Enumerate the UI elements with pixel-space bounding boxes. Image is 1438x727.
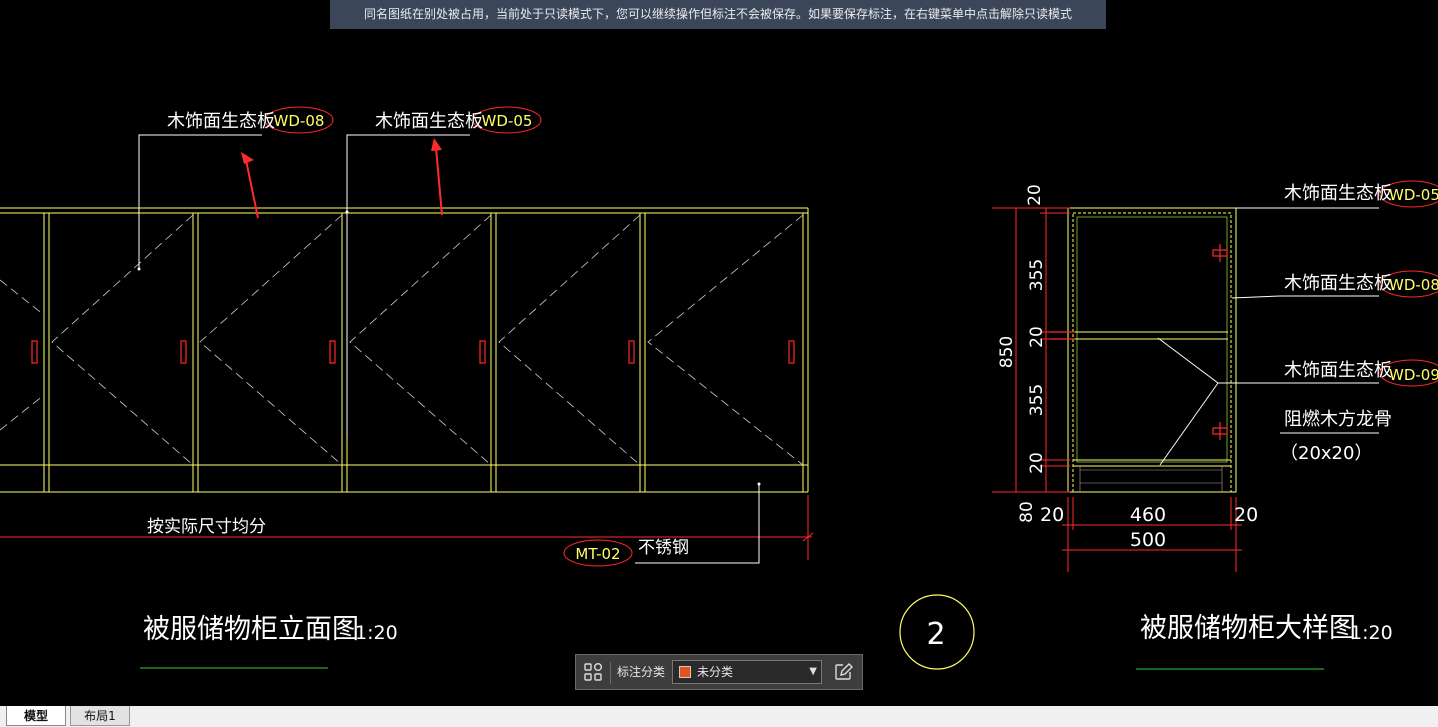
detail-dim-v-2: 355 (1027, 259, 1047, 291)
cabinet-elevation (0, 106, 814, 669)
detail-dim-v-3: 20 (1027, 326, 1047, 348)
detail-dim-total: 850 (997, 336, 1017, 368)
category-selected-value: 未分类 (697, 665, 734, 679)
annotation-toolbar: 标注分类 未分类 ▼ (575, 654, 863, 690)
toolbar-separator (610, 662, 611, 684)
annotation-grid-button[interactable] (582, 661, 604, 683)
detail-label-4: 阻燃木方龙骨 (1284, 409, 1392, 430)
cad-drawing-canvas[interactable]: 木饰面生态板 WD-08 木饰面生态板 WD-05 按实际尺寸均分 MT-02 … (0, 0, 1438, 706)
detail-dim-v-1: 20 (1025, 184, 1045, 206)
detail-dim-80: 80 (1017, 501, 1037, 523)
chevron-down-icon: ▼ (809, 666, 817, 677)
detail-dim-h-1: 20 (1040, 504, 1064, 526)
elevation-label-2: 木饰面生态板 (375, 111, 483, 132)
detail-dim-v-5: 20 (1027, 452, 1047, 474)
annotation-category-select[interactable]: 未分类 ▼ (672, 660, 822, 684)
elevation-tag-1: WD-08 (274, 112, 325, 130)
detail-tag-3: WD-09 (1389, 366, 1438, 384)
detail-dim-v-4: 355 (1027, 384, 1047, 416)
grid-icon (584, 663, 602, 681)
elevation-dim-text: 按实际尺寸均分 (147, 517, 266, 537)
readonly-notice-banner: 同名图纸在别处被占用，当前处于只读模式下，您可以继续操作但标注不会被保存。如果要… (330, 0, 1106, 29)
elevation-tag-3: MT-02 (575, 545, 620, 563)
cad-drawing: 木饰面生态板 WD-08 木饰面生态板 WD-05 按实际尺寸均分 MT-02 … (0, 106, 1438, 670)
detail-label-1: 木饰面生态板 (1284, 183, 1392, 204)
tab-layout1[interactable]: 布局1 (70, 706, 130, 726)
elevation-label-1: 木饰面生态板 (167, 111, 275, 132)
detail-tag-2: WD-08 (1389, 276, 1438, 294)
detail-title: 被服储物柜大样图 (1140, 613, 1356, 644)
elevation-scale: 1:20 (355, 622, 398, 644)
elevation-title: 被服储物柜立面图 (143, 614, 359, 645)
edit-icon (835, 663, 853, 680)
callout-number: 2 (926, 617, 945, 652)
detail-dim-h-2: 460 (1130, 504, 1166, 526)
detail-label-4b: （20x20） (1280, 443, 1372, 464)
annotation-category-label: 标注分类 (617, 665, 666, 679)
layout-tab-bar: 模型 布局1 (0, 706, 1438, 727)
detail-label-2: 木饰面生态板 (1284, 273, 1392, 294)
annotation-edit-button[interactable] (832, 661, 854, 683)
elevation-tag-2: WD-05 (482, 112, 533, 130)
elevation-label-3: 不锈钢 (638, 538, 689, 558)
detail-scale: 1:20 (1350, 622, 1393, 644)
detail-dim-500: 500 (1130, 529, 1166, 551)
detail-tag-1: WD-05 (1389, 186, 1438, 204)
detail-dim-h-3: 20 (1234, 504, 1258, 526)
tab-model[interactable]: 模型 (6, 706, 66, 726)
category-color-swatch (679, 666, 691, 678)
detail-label-3: 木饰面生态板 (1284, 360, 1392, 381)
